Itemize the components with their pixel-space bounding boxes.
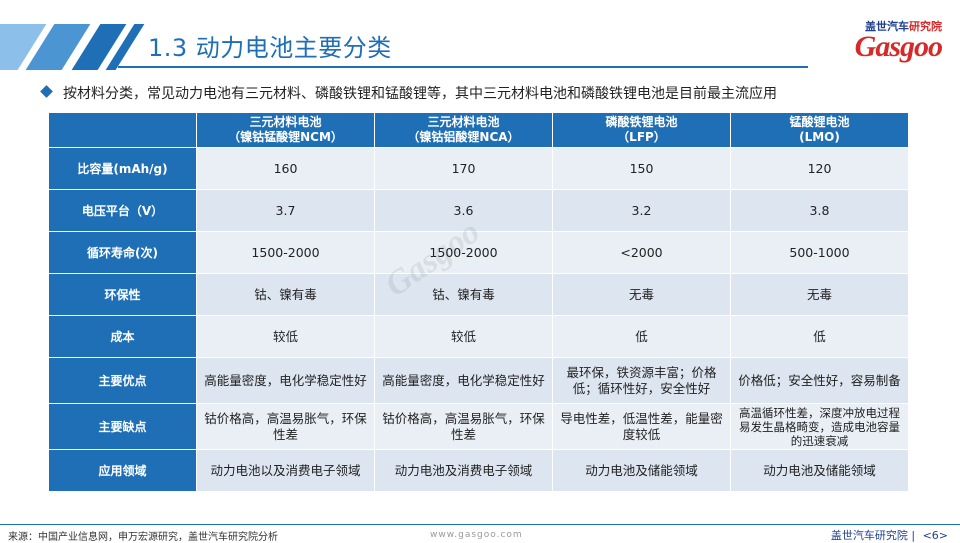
table-row: 成本 较低 较低 低 低 <box>48 315 909 358</box>
table-row: 主要缺点 钴价格高，高温易胀气，环保性差 钴价格高，高温易胀气，环保性差 导电性… <box>48 403 909 450</box>
row-label: 主要优点 <box>48 357 197 404</box>
row-label: 成本 <box>48 315 197 358</box>
table-cell: 动力电池以及消费电子领域 <box>196 449 375 492</box>
table-cell: 无毒 <box>730 273 909 316</box>
table-cell: 钴价格高，高温易胀气，环保性差 <box>374 403 553 450</box>
table-cell: 3.7 <box>196 189 375 232</box>
table-cell: 动力电池及储能领域 <box>730 449 909 492</box>
table-cell: 1500-2000 <box>196 231 375 274</box>
diamond-bullet-icon <box>40 85 53 98</box>
row-label: 环保性 <box>48 273 197 316</box>
table-cell: 最环保，铁资源丰富；价格低；循环性好，安全性好 <box>552 357 731 404</box>
logo-english: Gasgoo <box>854 30 943 63</box>
table-cell: 120 <box>730 147 909 190</box>
battery-comparison-table: 三元材料电池 （镍钴锰酸锂NCM） 三元材料电池 （镍钴铝酸锂NCA） 磷酸铁锂电池… <box>48 112 909 492</box>
row-label: 主要缺点 <box>48 403 197 450</box>
footer-url: www.gasgoo.com <box>430 530 523 540</box>
table-cell: <2000 <box>552 231 731 274</box>
footer-rule <box>0 524 960 525</box>
table-row: 比容量(mAh/g) 160 170 150 120 <box>48 147 909 190</box>
table-cell: 较低 <box>374 315 553 358</box>
table-cell: 160 <box>196 147 375 190</box>
table-cell: 价格低；安全性好，容易制备 <box>730 357 909 404</box>
table-cell: 动力电池及消费电子领域 <box>374 449 553 492</box>
row-label: 应用领域 <box>48 449 197 492</box>
page-title: 1.3 动力电池主要分类 <box>148 34 392 62</box>
table-cell: 低 <box>552 315 731 358</box>
column-header-nca: 三元材料电池 （镍钴铝酸锂NCA） <box>374 112 553 148</box>
table-cell: 较低 <box>196 315 375 358</box>
row-label: 循环寿命(次) <box>48 231 197 274</box>
table-cell: 150 <box>552 147 731 190</box>
table-cell: 钴、镍有毒 <box>374 273 553 316</box>
header-rule <box>118 66 808 68</box>
table-cell: 高能量密度，电化学稳定性好 <box>196 357 375 404</box>
page-number: <6> <box>922 529 948 542</box>
table-row: 循环寿命(次) 1500-2000 1500-2000 <2000 500-10… <box>48 231 909 274</box>
table-cell: 动力电池及储能领域 <box>552 449 731 492</box>
row-label: 比容量(mAh/g) <box>48 147 197 190</box>
table-row: 电压平台（V） 3.7 3.6 3.2 3.8 <box>48 189 909 232</box>
table-cell: 3.8 <box>730 189 909 232</box>
column-header-lfp: 磷酸铁锂电池 （LFP） <box>552 112 731 148</box>
row-label: 电压平台（V） <box>48 189 197 232</box>
header-corner <box>48 112 197 148</box>
table-row: 环保性 钴、镍有毒 钴、镍有毒 无毒 无毒 <box>48 273 909 316</box>
intro-text: 按材料分类，常见动力电池有三元材料、磷酸铁锂和锰酸锂等，其中三元材料电池和磷酸铁… <box>63 86 777 102</box>
table-cell: 3.2 <box>552 189 731 232</box>
column-header-lmo: 锰酸锂电池 (LMO) <box>730 112 909 148</box>
table-header-row: 三元材料电池 （镍钴锰酸锂NCM） 三元材料电池 （镍钴铝酸锂NCA） 磷酸铁锂电池… <box>48 112 909 148</box>
table-cell: 500-1000 <box>730 231 909 274</box>
table-cell: 170 <box>374 147 553 190</box>
table-cell: 低 <box>730 315 909 358</box>
table-cell: 无毒 <box>552 273 731 316</box>
table-row: 应用领域 动力电池以及消费电子领域 动力电池及消费电子领域 动力电池及储能领域 … <box>48 449 909 492</box>
table-cell: 钴价格高，高温易胀气，环保性差 <box>196 403 375 450</box>
table-cell: 高能量密度，电化学稳定性好 <box>374 357 553 404</box>
intro-bullet: 按材料分类，常见动力电池有三元材料、磷酸铁锂和锰酸锂等，其中三元材料电池和磷酸铁… <box>40 83 777 103</box>
footer-source: 来源：中国产业信息网，申万宏源研究，盖世汽车研究院分析 <box>8 532 278 543</box>
table-cell: 钴、镍有毒 <box>196 273 375 316</box>
table-row: 主要优点 高能量密度，电化学稳定性好 高能量密度，电化学稳定性好 最环保，铁资源… <box>48 357 909 404</box>
table-cell: 1500-2000 <box>374 231 553 274</box>
table-cell: 高温循环性差，深度冲放电过程易发生晶格畸变，造成电池容量的迅速衰减 <box>730 403 909 450</box>
table-cell: 3.6 <box>374 189 553 232</box>
table-cell: 导电性差，低温性差，能量密度较低 <box>552 403 731 450</box>
column-header-ncm: 三元材料电池 （镍钴锰酸锂NCM） <box>196 112 375 148</box>
gasgoo-logo: 盖世汽车研究院 Gasgoo <box>822 18 943 68</box>
footer-brand: 盖世汽车研究院 | <6> <box>830 529 948 542</box>
header-decoration <box>0 24 150 70</box>
